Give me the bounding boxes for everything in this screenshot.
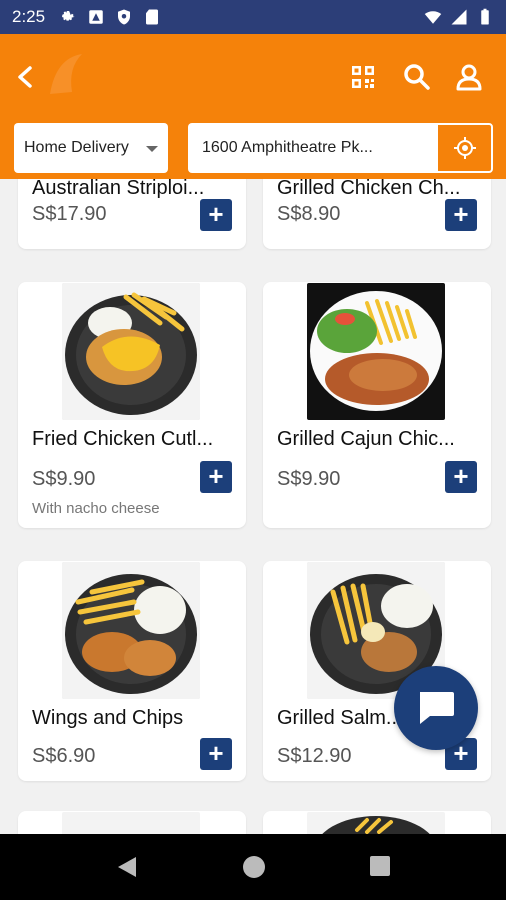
dropdown-caret-icon <box>146 146 158 152</box>
sd-card-icon <box>146 9 159 25</box>
battery-icon <box>481 8 489 25</box>
product-card[interactable] <box>263 811 491 834</box>
product-name: Australian Striploi... <box>32 179 205 199</box>
brand-logo <box>50 54 82 94</box>
user-account-icon[interactable] <box>452 60 486 94</box>
app-notification-icon <box>89 10 103 24</box>
product-image <box>307 283 445 420</box>
product-card[interactable]: Wings and Chips S$6.90 + <box>18 561 246 781</box>
signal-icon <box>451 9 467 25</box>
product-card[interactable]: Fried Chicken Cutl... S$9.90 With nacho … <box>18 282 246 528</box>
crosshair-locate-icon <box>453 137 476 159</box>
product-name: Grilled Cajun Chic... <box>277 428 455 450</box>
shield-icon <box>118 9 131 25</box>
product-image <box>307 812 445 834</box>
add-to-cart-button[interactable]: + <box>445 199 477 231</box>
chat-button[interactable] <box>394 666 478 750</box>
delivery-mode-label: Home Delivery <box>24 139 129 156</box>
product-image <box>62 562 200 699</box>
delivery-mode-select[interactable]: Home Delivery <box>14 123 168 173</box>
add-to-cart-button[interactable]: + <box>200 199 232 231</box>
status-time: 2:25 <box>12 7 46 26</box>
add-to-cart-button[interactable]: + <box>200 461 232 493</box>
delivery-address-field[interactable]: 1600 Amphitheatre Pk... <box>188 123 438 173</box>
product-price: S$9.90 <box>277 468 341 490</box>
nav-recents-icon[interactable] <box>370 856 390 876</box>
product-card[interactable]: Grilled Chicken Ch... S$8.90 + <box>263 179 491 249</box>
product-name: Grilled Chicken Ch... <box>277 179 461 199</box>
product-description: With nacho cheese <box>32 500 160 517</box>
product-price: S$6.90 <box>32 745 96 767</box>
search-icon[interactable] <box>400 60 434 94</box>
system-nav-bar <box>0 834 506 900</box>
product-card[interactable]: Australian Striploi... S$17.90 + <box>18 179 246 249</box>
settings-gear-icon <box>62 11 75 21</box>
wifi-icon <box>424 11 442 24</box>
add-to-cart-button[interactable]: + <box>200 738 232 770</box>
product-name: Wings and Chips <box>32 707 184 729</box>
add-to-cart-button[interactable]: + <box>445 461 477 493</box>
product-card[interactable] <box>18 811 246 834</box>
product-image <box>62 283 200 420</box>
product-card[interactable]: Grilled Cajun Chic... S$9.90 + <box>263 282 491 528</box>
nav-back-icon[interactable] <box>116 856 138 878</box>
status-bar: 2:25 <box>0 0 506 34</box>
product-price: S$8.90 <box>277 203 341 225</box>
nav-home-icon[interactable] <box>243 856 265 878</box>
product-price: S$9.90 <box>32 468 96 490</box>
qr-code-icon[interactable] <box>346 60 380 94</box>
app-header: Home Delivery 1600 Amphitheatre Pk... <box>0 34 506 179</box>
address-text: 1600 Amphitheatre Pk... <box>202 139 373 156</box>
product-image <box>62 812 200 834</box>
product-name: Fried Chicken Cutl... <box>32 428 214 450</box>
back-arrow-icon[interactable] <box>10 60 40 94</box>
product-price: S$17.90 <box>32 203 107 225</box>
locate-me-button[interactable] <box>436 123 493 173</box>
chat-bubble-icon <box>420 692 454 724</box>
product-price: S$12.90 <box>277 745 352 767</box>
